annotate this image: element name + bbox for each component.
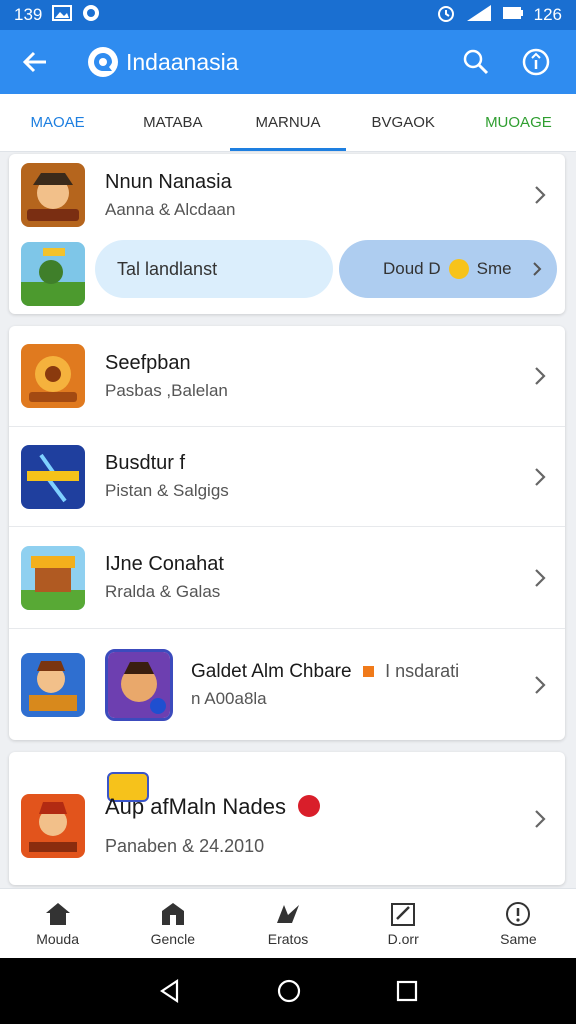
- tab-bar: MAOAE MATABA MARNUA BVGAOK MUOAGE: [0, 94, 576, 152]
- chevron-right-icon: [535, 186, 546, 204]
- tab-muoage[interactable]: MUOAGE: [461, 94, 576, 151]
- search-button[interactable]: [456, 42, 496, 82]
- featured-subtitle: Aanna & Alcdaan: [105, 199, 236, 219]
- battery-icon: [502, 5, 524, 26]
- store-icon: [161, 902, 184, 925]
- game-thumbnail: [21, 344, 85, 408]
- promo-card[interactable]: Aup afMaln Nades Panaben & 24.2010: [9, 752, 565, 885]
- app-logo-icon: [88, 47, 118, 77]
- system-nav-bar: [0, 958, 576, 1024]
- tag-square-icon: [362, 665, 374, 677]
- chevron-right-icon: [535, 367, 546, 385]
- signal-icon: [466, 4, 492, 27]
- pill-right-suffix: Sme: [476, 259, 512, 278]
- app-title: Indaanasia: [126, 48, 239, 75]
- game-thumbnail: [21, 163, 85, 227]
- chevron-right-icon: [535, 467, 546, 486]
- list-item-subtitle: n A00a8la: [191, 688, 267, 708]
- info-button[interactable]: [516, 42, 556, 82]
- list-item-subtitle: Rralda & Galas: [105, 582, 221, 601]
- app-bar: Indaanasia: [0, 30, 576, 94]
- game-thumbnail: [21, 545, 85, 610]
- info-icon: [522, 48, 550, 76]
- list-item-subtitle: Pasbas ,Balelan: [105, 380, 228, 400]
- list-item-title: IJne Conahat: [105, 553, 224, 575]
- status-time: 139: [14, 5, 43, 24]
- pill-button-left[interactable]: Tal landlanst: [95, 240, 333, 298]
- sun-icon: [448, 259, 469, 279]
- game-list-card: Seefpban Pasbas ,Balelan Busdtur f Pista…: [9, 326, 565, 740]
- bottom-nav: Mouda Gencle Eratos D.orr Same: [0, 888, 576, 958]
- back-triangle-icon[interactable]: [157, 978, 183, 1004]
- nav-label: Mouda: [36, 930, 79, 947]
- list-item[interactable]: IJne Conahat Rralda & Galas: [9, 526, 565, 628]
- pill-right-label: Doud D: [383, 259, 441, 278]
- pill-button-right[interactable]: Doud D Sme: [339, 240, 557, 298]
- status-bar: 139 126: [0, 0, 576, 30]
- game-thumbnail: [21, 444, 85, 509]
- list-item[interactable]: Galdet Alm Chbare I nsdarati n A00a8la: [9, 628, 565, 740]
- tab-bvgaok[interactable]: BVGAOK: [346, 94, 461, 151]
- nav-item-gencle[interactable]: Gencle: [115, 889, 230, 958]
- nav-label: Gencle: [150, 930, 195, 947]
- nav-item-same[interactable]: Same: [461, 889, 576, 958]
- edit-icon: [391, 902, 416, 926]
- search-icon: [463, 49, 489, 75]
- list-item-title: Seefpban: [105, 351, 191, 374]
- list-item-subtitle: Pistan & Salgigs: [105, 481, 229, 500]
- nav-label: Eratos: [267, 930, 309, 947]
- star-icon: [277, 904, 299, 923]
- chevron-right-icon: [535, 568, 546, 587]
- list-item-tag: I nsdarati: [385, 660, 460, 681]
- pill-left-label: Tal landlanst: [117, 258, 218, 279]
- nav-item-eratos[interactable]: Eratos: [230, 889, 345, 958]
- image-notification-icon: [52, 4, 73, 26]
- nav-item-mouda[interactable]: Mouda: [0, 889, 115, 958]
- game-thumbnail: [21, 242, 85, 306]
- circle-notification-icon: [82, 4, 100, 27]
- chevron-right-icon: [535, 809, 546, 828]
- promo-title-row: Aup afMaln Nades: [105, 794, 321, 820]
- featured-item[interactable]: Nnun Nanasia Aanna & Alcdaan: [9, 154, 565, 236]
- recents-square-icon[interactable]: [395, 979, 419, 1003]
- game-thumbnail: [21, 794, 85, 858]
- list-item-title: Busdtur f: [105, 452, 186, 474]
- nav-label: D.orr: [387, 930, 419, 947]
- list-item[interactable]: Seefpban Pasbas ,Balelan: [9, 326, 565, 426]
- featured-title: Nnun Nanasia: [105, 170, 232, 193]
- list-item-title: Galdet Alm Chbare: [191, 660, 352, 682]
- nav-label: Same: [500, 930, 537, 947]
- info-icon: [506, 901, 531, 926]
- home-circle-icon[interactable]: [276, 978, 302, 1004]
- nav-item-dorr[interactable]: D.orr: [346, 889, 461, 958]
- tab-mataba[interactable]: MATABA: [115, 94, 230, 151]
- back-arrow-icon: [22, 51, 46, 73]
- tab-maoae[interactable]: MAOAE: [0, 94, 115, 151]
- featured-card: Nnun Nanasia Aanna & Alcdaan Tal landlan…: [9, 154, 565, 314]
- status-clock: 126: [533, 5, 562, 24]
- alarm-icon: [436, 3, 456, 28]
- red-badge-icon: [298, 795, 321, 817]
- back-button[interactable]: [0, 30, 70, 94]
- promo-title: Aup afMaln Nades: [105, 794, 286, 819]
- promo-subtitle: Panaben & 24.2010: [105, 836, 265, 856]
- chevron-right-icon: [533, 262, 542, 276]
- game-thumbnail: [21, 652, 85, 717]
- tab-marnua[interactable]: MARNUA: [230, 94, 346, 151]
- chevron-right-icon: [535, 675, 546, 694]
- home-icon: [45, 902, 70, 925]
- list-item[interactable]: Busdtur f Pistan & Salgigs: [9, 426, 565, 526]
- game-thumbnail: [105, 648, 173, 721]
